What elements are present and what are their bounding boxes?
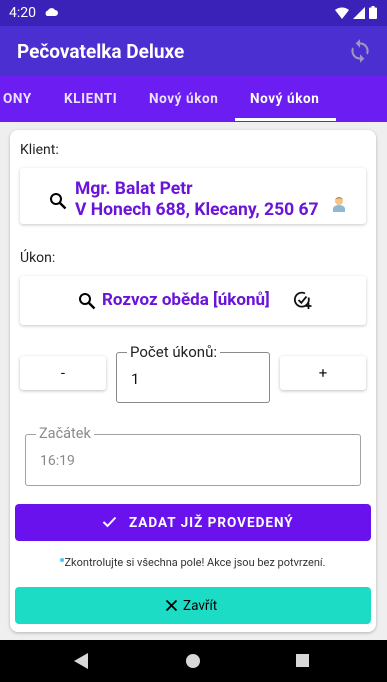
start-value: 16:19 [40,453,75,469]
warning-message: Zkontrolujte si všechna pole! Akce jsou … [64,556,326,569]
sync-icon[interactable] [347,38,373,64]
start-legend: Začátek [36,425,94,442]
service-value: Rozvoz oběda [úkonů] [102,290,270,310]
client-address: V Honech 688, Klecany, 250 67 [75,200,319,220]
tab-indicator [235,118,336,121]
recents-icon[interactable] [296,654,309,667]
count-field[interactable]: Počet úkonů: 1 [116,343,270,403]
status-icons [335,6,377,19]
client-label: Klient: [20,142,59,158]
tab-klienti[interactable]: KLIENTI [64,76,117,122]
decrement-button[interactable]: - [20,356,106,390]
check-icon [102,516,117,528]
battery-icon [369,6,377,19]
increment-button[interactable]: + [280,356,366,390]
close-label: Zavřít [183,598,218,614]
tab-novy-ukon-active[interactable]: Nový úkon [250,76,319,122]
navigation-bar [0,640,387,682]
close-icon [165,599,178,612]
tab-bar: ONY KLIENTI Nový úkon Nový úkon [0,76,387,122]
cloud-icon [45,8,58,16]
app-title: Pečovatelka Deluxe [17,40,185,63]
submit-done-button[interactable]: ZADAT JIŽ PROVEDENÝ [15,504,371,541]
client-name: Mgr. Balat Petr [75,179,193,199]
person-icon [333,197,345,212]
count-value: 1 [131,370,140,388]
warning-text: Zkontrolujte si všechna pole! Akce jsou … [10,556,376,569]
close-button[interactable]: Zavřít [15,587,371,624]
tab-novy-ukon[interactable]: Nový úkon [149,76,218,122]
form-card: Klient: Mgr. Balat Petr V Honech 688, Kl… [10,130,376,632]
home-icon[interactable] [186,654,200,668]
search-icon [50,193,67,210]
status-time: 4:20 [9,5,36,21]
client-selector[interactable]: Mgr. Balat Petr V Honech 688, Klecany, 2… [20,168,366,224]
count-legend: Počet úkonů: [127,343,220,361]
service-selector[interactable]: Rozvoz oběda [úkonů] [20,276,366,325]
add-task-icon [293,291,312,309]
tab-ony[interactable]: ONY [3,76,32,122]
submit-label: ZADAT JIŽ PROVEDENÝ [129,515,294,531]
service-label: Úkon: [20,250,56,266]
status-bar: 4:20 [0,0,387,26]
signal-icon [353,6,365,19]
wifi-icon [335,6,349,19]
app-bar: Pečovatelka Deluxe [0,26,387,76]
back-icon[interactable] [74,653,88,669]
start-time-field[interactable]: Začátek 16:19 [25,425,361,486]
search-icon [79,293,96,310]
client-info: Mgr. Balat Petr V Honech 688, Klecany, 2… [75,179,319,221]
